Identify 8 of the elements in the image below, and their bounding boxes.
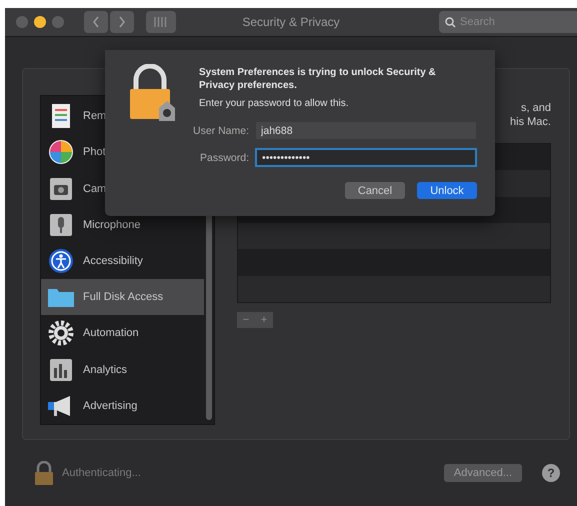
description-text: his Mac. bbox=[510, 115, 551, 129]
dialog-message: System Preferences is trying to unlock Security & Privacy preferences. bbox=[199, 66, 437, 92]
description-text: s, and bbox=[521, 101, 551, 115]
field-label: Password: bbox=[198, 152, 250, 164]
dialog-prompt: Enter your password to allow this. bbox=[199, 98, 350, 109]
field-label: User Name: bbox=[193, 124, 250, 136]
status-text: Authenticating... bbox=[62, 467, 141, 479]
window-title: Security & Privacy bbox=[242, 15, 340, 29]
